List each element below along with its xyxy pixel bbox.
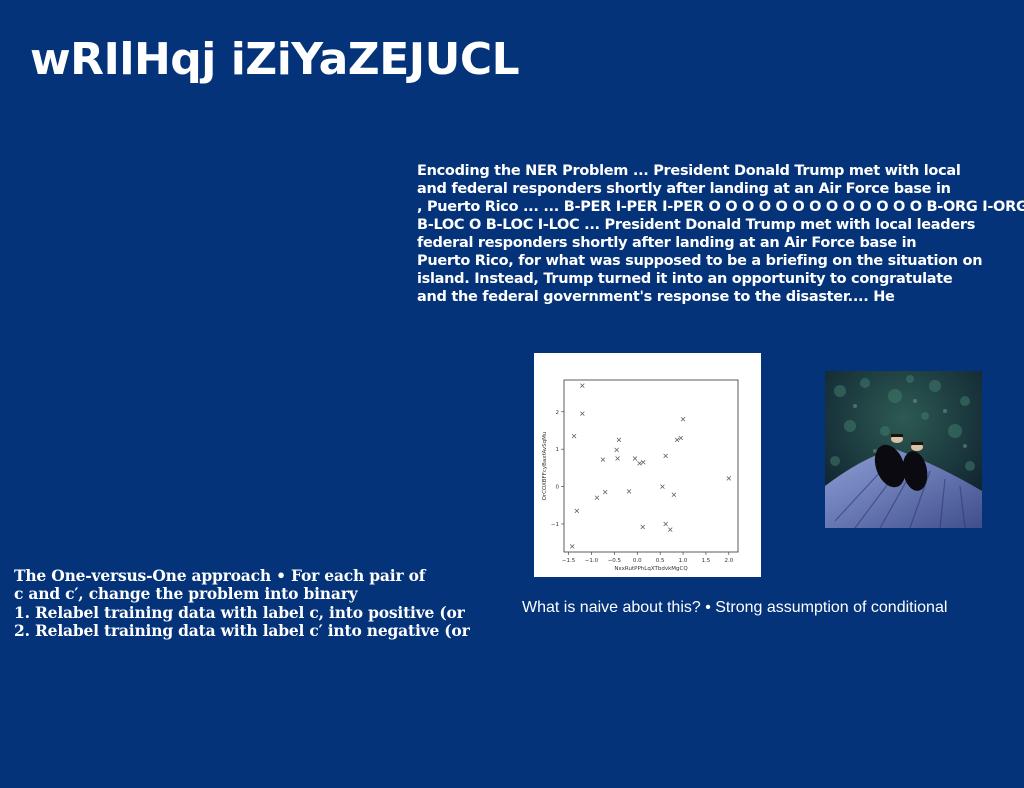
x-tick-label: −1.0 [585,558,599,564]
ovo-line: 2. Relabel training data with label c′ i… [14,620,470,640]
scatter-point [571,433,577,439]
scatter-plot-image: −1.5 −1.0 −0.5 0.0 0.5 1.0 1.5 2.0 −1 0 1 2 NxxRutPP… [534,353,761,577]
x-tick-label: 2.0 [724,558,733,564]
ner-line: B-LOC O B-LOC I-LOC ... President Donald… [417,217,976,233]
scatter-point [600,457,606,462]
person-on-blanket-photo [825,371,982,528]
scatter-point [580,383,585,388]
ovo-line: c and c′, change the problem into binary [14,584,358,604]
x-tick-label: −1.5 [562,558,576,564]
scatter-point [574,508,580,514]
scatter-point [678,435,684,441]
photo-illustration [825,371,982,528]
scatter-point [663,521,668,527]
scatter-point [680,417,686,422]
scatter-point [667,527,673,532]
scatter-point [602,489,608,495]
scatter-point [660,484,665,489]
ner-text-block: Encoding the NER Problem ... President D… [417,162,1024,306]
ner-line: Puerto Rico, for what was supposed to be… [417,253,983,269]
y-tick-label: 0 [556,485,560,491]
scatter-point [726,476,732,481]
one-versus-one-text: The One-versus-One approach • For each p… [14,566,504,640]
scatter-point [637,461,642,466]
scatter-point [614,447,619,453]
ner-line: and federal responders shortly after lan… [417,181,951,197]
ovo-line: 1. Relabel training data with label c, i… [14,602,465,622]
ner-line: Encoding the NER Problem ... President D… [417,163,961,179]
naive-caption: What is naive about this? • Strong assum… [522,599,948,616]
ner-line: island. Instead, Trump turned it into an… [417,271,953,287]
scatter-point [640,524,646,530]
x-tick-label: 0.0 [633,558,642,564]
scatter-point [632,456,638,461]
x-tick-label: 1.0 [679,558,688,564]
x-tick-label: 0.5 [656,558,665,564]
ner-line: , Puerto Rico ... ... B-PER I-PER I-PER … [417,199,1024,215]
plot-frame [563,379,739,553]
y-axis-label: OrCOXBFFcyBaxfAvSqMu [542,432,548,501]
x-axis-label: NxxRutPPhLqXTbdvkMgCQ [614,566,688,572]
x-tick-label: 1.5 [702,558,711,564]
scatter-point [674,437,680,443]
scatter-plot: −1.5 −1.0 −0.5 0.0 0.5 1.0 1.5 2.0 −1 0 1 2 NxxRutPP… [542,379,739,572]
ner-line: federal responders shortly after landing… [417,235,917,251]
scatter-point [640,460,646,465]
scatter-point [626,489,632,494]
slide-title: wRIlHqj iZiYaZEJUCL [30,34,520,85]
y-tick-label: 1 [556,447,560,453]
scatter-point [569,544,575,549]
y-tick-label: 2 [556,410,560,416]
scatter-point [615,456,620,461]
scatter-point [580,411,585,416]
ner-line: and the federal government's response to… [417,289,895,305]
ovo-line: The One-versus-One approach • For each p… [14,566,426,585]
scatter-point [616,437,622,443]
scatter-point [594,495,600,501]
y-tick-label: −1 [551,522,559,528]
x-tick-label: −0.5 [608,558,622,564]
scatter-point [663,453,668,459]
scatter-point [671,492,677,498]
